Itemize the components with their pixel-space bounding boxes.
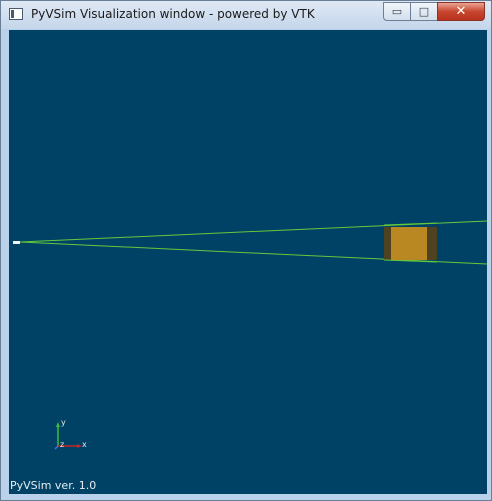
version-label: PyVSim ver. 1.0	[10, 479, 97, 492]
vtk-window: PyVSim Visualization window - powered by…	[0, 0, 492, 501]
object-right-face	[427, 227, 437, 260]
window-title: PyVSim Visualization window - powered by…	[31, 7, 315, 21]
source-marker	[13, 241, 20, 244]
app-icon	[9, 8, 23, 20]
title-bar[interactable]: PyVSim Visualization window - powered by…	[1, 1, 491, 29]
y-axis-label: y	[61, 418, 66, 427]
minimize-button[interactable]: ▭	[383, 2, 410, 21]
maximize-button[interactable]: □	[410, 2, 437, 21]
z-axis-label: z	[60, 440, 65, 449]
x-axis-label: x	[82, 440, 87, 449]
z-axis	[54, 445, 59, 450]
window-controls: ▭ □ ✕	[383, 2, 485, 21]
close-button[interactable]: ✕	[437, 2, 485, 21]
y-axis-arrow	[56, 422, 60, 427]
render-viewport[interactable]: y x z PyVSim ver. 1.0	[9, 30, 487, 494]
object-left-face	[384, 227, 391, 260]
scene-svg	[13, 220, 487, 450]
